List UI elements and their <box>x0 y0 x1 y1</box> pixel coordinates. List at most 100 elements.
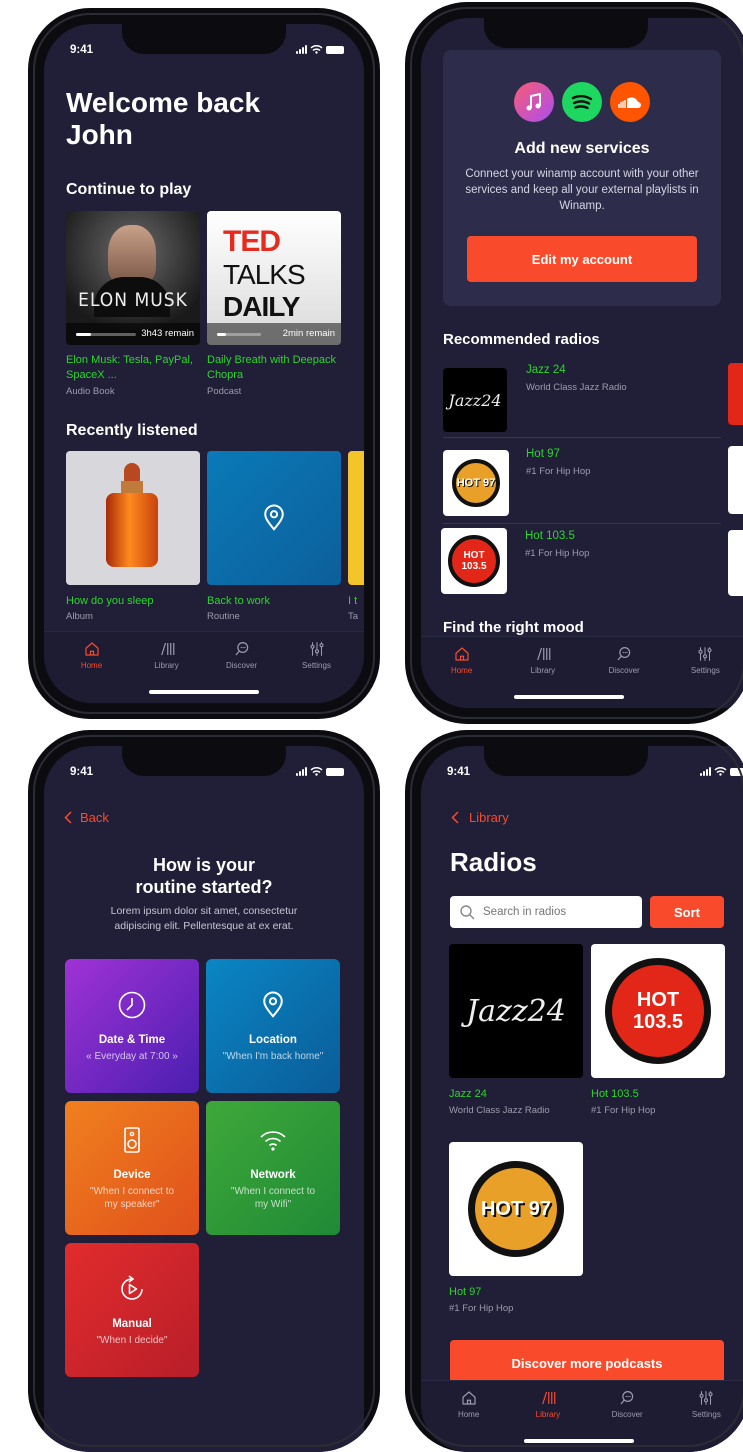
tab-discover[interactable]: Discover <box>204 632 279 679</box>
back-button[interactable]: Library <box>451 810 509 825</box>
radio-desc: World Class Jazz Radio <box>449 1105 550 1116</box>
tab-home[interactable]: Home <box>421 637 502 684</box>
tab-settings[interactable]: Settings <box>667 1381 743 1428</box>
continue-card[interactable]: ELON MUSK 3h43 remain Elon Musk: Tesla, … <box>66 211 200 397</box>
phone-services: Add new services Connect your winamp acc… <box>405 2 743 724</box>
tab-label: Library <box>530 666 556 675</box>
soundcloud-icon[interactable] <box>610 82 650 122</box>
clock-icon <box>118 991 146 1018</box>
jazz24-logo: Jazz24 <box>443 368 507 432</box>
item-type: Ta <box>348 611 359 622</box>
radios-screen: 9:41 Library Radios Sort Jazz24 Jazz 24 … <box>421 746 743 1452</box>
tab-library[interactable]: Library <box>502 637 583 684</box>
home-icon <box>83 640 101 658</box>
time-remaining: 3h43 remain <box>141 328 194 339</box>
phone-home: 9:41 Welcome back John Continue to play … <box>28 8 380 719</box>
radio-card[interactable]: HOT 97 Hot 97 #1 For Hip Hop <box>449 1142 583 1314</box>
radio-row[interactable]: HOT 103.5 Hot 103.5 #1 For Hip Hop <box>441 528 721 608</box>
tab-home[interactable]: Home <box>54 632 129 679</box>
back-label: Back <box>80 810 109 825</box>
tab-label: Settings <box>302 661 331 670</box>
edit-account-button[interactable]: Edit my account <box>467 236 697 282</box>
title-line: How is your <box>152 855 255 875</box>
recent-card[interactable]: Back to work Routine <box>207 451 341 622</box>
routine-title: How is your routine started? <box>44 854 364 898</box>
sort-button[interactable]: Sort <box>650 896 724 928</box>
progress-fill <box>217 333 226 336</box>
tab-settings[interactable]: Settings <box>665 637 743 684</box>
location-pin-icon <box>259 503 289 533</box>
tab-label: Home <box>450 666 473 675</box>
spotify-icon[interactable] <box>562 82 602 122</box>
item-title: How do you sleep <box>66 595 154 607</box>
battery-icon <box>326 46 344 54</box>
wifi-icon <box>310 45 323 54</box>
tab-library[interactable]: Library <box>508 1381 587 1428</box>
tile-location[interactable]: Location "When I'm back home" <box>206 959 340 1093</box>
tile-date-time[interactable]: Date & Time « Everyday at 7:00 » <box>65 959 199 1093</box>
tab-label: Discover <box>608 666 640 675</box>
dropper-neck <box>121 481 143 493</box>
settings-icon <box>696 645 714 663</box>
radio-desc: #1 For Hip Hop <box>449 1303 514 1314</box>
home-icon <box>460 1389 478 1407</box>
progress-fill <box>76 333 91 336</box>
radio-card[interactable]: Jazz24 Jazz 24 World Class Jazz Radio <box>449 944 583 1116</box>
search-box[interactable] <box>450 896 642 928</box>
wifi-icon <box>714 767 727 776</box>
tab-label: Library <box>154 661 179 670</box>
tile-device[interactable]: Device "When I connect to my speaker" <box>65 1101 199 1235</box>
item-type: Routine <box>207 611 240 622</box>
tab-label: Settings <box>691 1410 721 1419</box>
recent-card[interactable]: How do you sleep Album <box>66 451 200 622</box>
apple-music-icon[interactable] <box>514 82 554 122</box>
status-icons <box>296 45 344 54</box>
library-icon <box>539 1389 557 1407</box>
continue-card[interactable]: TED TALKS DAILY 2min remain Daily Breath… <box>207 211 341 397</box>
add-services-desc: Connect your winamp account with your ot… <box>465 168 699 212</box>
recent-card[interactable]: I t Ta <box>348 451 364 622</box>
album-cover <box>66 451 200 585</box>
recent-title: Recently listened <box>66 422 198 439</box>
tab-home[interactable]: Home <box>429 1381 508 1428</box>
tile-sub: "When I connect to my speaker" <box>89 1186 175 1210</box>
routine-screen: 9:41 Back How is your routine started? L… <box>44 746 364 1452</box>
partial-card <box>728 363 743 425</box>
status-time: 9:41 <box>70 44 94 56</box>
tab-discover[interactable]: Discover <box>584 637 665 684</box>
hot97-badge: HOT 97 <box>468 1161 564 1257</box>
hot97-badge: HOT 97 <box>452 459 500 507</box>
tile-sub: "When I decide" <box>96 1334 168 1346</box>
tab-label: Home <box>457 1410 480 1419</box>
tile-network[interactable]: Network "When I connect to my Wifi" <box>206 1101 340 1235</box>
radio-name: Hot 97 <box>526 448 560 460</box>
tile-sub: "When I connect to my Wifi" <box>230 1186 316 1210</box>
radio-name: Hot 97 <box>449 1286 482 1298</box>
search-icon <box>460 904 475 919</box>
tile-manual[interactable]: Manual "When I decide" <box>65 1243 199 1377</box>
status-time: 9:41 <box>70 766 94 778</box>
tab-label: Discover <box>225 661 258 670</box>
settings-icon <box>308 640 326 658</box>
radio-desc: #1 For Hip Hop <box>525 548 590 559</box>
home-indicator <box>523 1439 634 1443</box>
search-input[interactable] <box>483 906 623 918</box>
daily-text: DAILY <box>223 291 300 322</box>
status-icons <box>296 767 344 776</box>
discover-icon <box>618 1389 636 1407</box>
radio-row[interactable]: HOT 97 Hot 97 #1 For Hip Hop <box>443 444 721 524</box>
back-button[interactable]: Back <box>64 810 109 825</box>
tab-settings[interactable]: Settings <box>279 632 354 679</box>
tile-sub: « Everyday at 7:00 » <box>86 1050 178 1062</box>
home-screen: 9:41 Welcome back John Continue to play … <box>44 24 364 703</box>
ted-logo: TED <box>223 225 281 258</box>
item-type: Audio Book <box>66 386 115 397</box>
radio-card[interactable]: HOT 103.5 Hot 103.5 #1 For Hip Hop <box>591 944 725 1116</box>
radio-row[interactable]: Jazz24 Jazz 24 World Class Jazz Radio <box>443 362 721 438</box>
tab-library[interactable]: Library <box>129 632 204 679</box>
jazz24-logo: Jazz24 <box>449 944 583 1078</box>
tab-discover[interactable]: Discover <box>588 1381 667 1428</box>
home-indicator <box>149 690 259 694</box>
wifi-icon <box>260 1131 286 1151</box>
location-pin-icon <box>258 990 288 1020</box>
